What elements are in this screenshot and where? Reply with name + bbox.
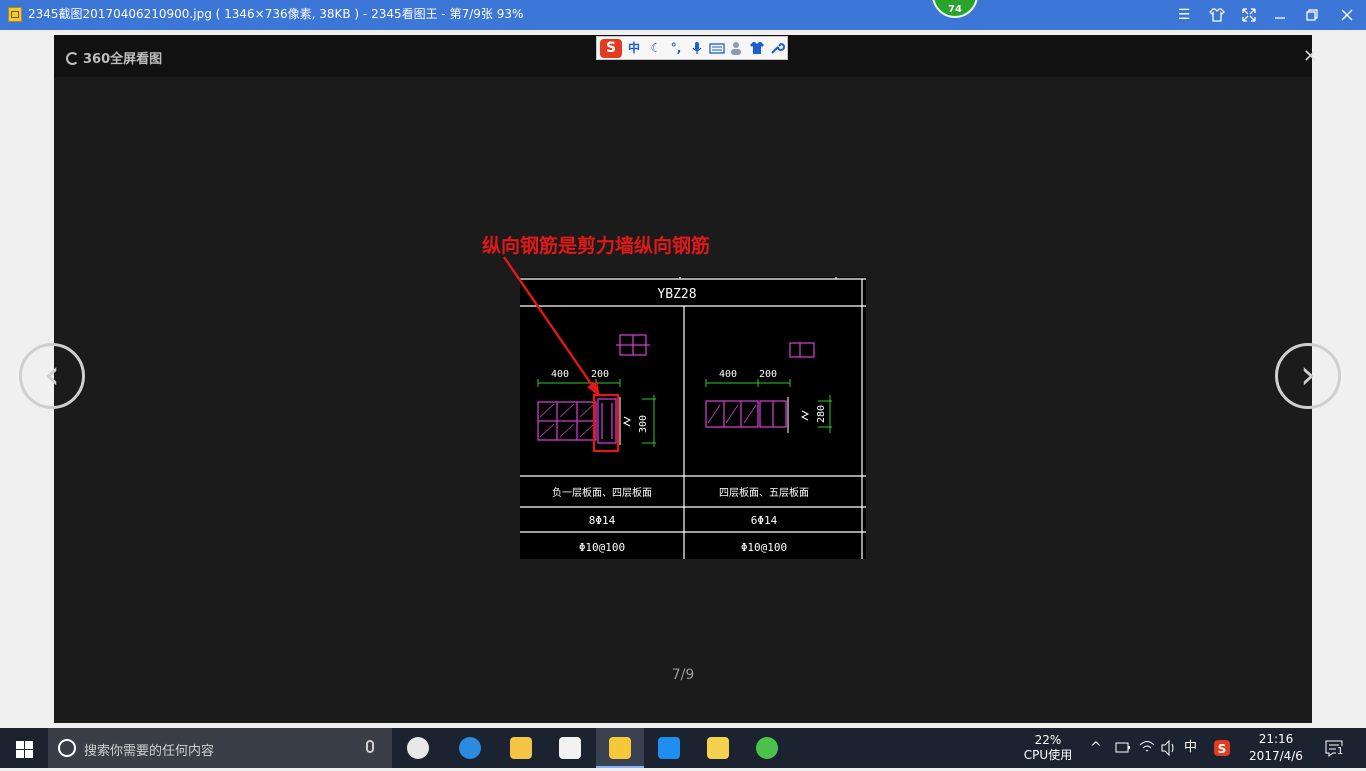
- keyboard-icon[interactable]: [709, 40, 725, 56]
- cpu-label: CPU使用: [1023, 748, 1073, 762]
- cpu-percent: 22%: [1034, 733, 1062, 747]
- ime-indicator[interactable]: 中: [1184, 728, 1202, 768]
- row3-right: Φ10@100: [741, 541, 787, 554]
- row1-right: 四层板面、五层板面: [719, 486, 809, 499]
- right-dim-200: 200: [759, 369, 777, 380]
- battery-icon[interactable]: [1114, 728, 1132, 768]
- image-counter: 7/9: [671, 667, 695, 683]
- minimize-icon[interactable]: [1271, 6, 1289, 24]
- drawing-title: YBZ28: [657, 287, 696, 302]
- mic-icon[interactable]: [366, 740, 374, 753]
- browser-e-icon: [66, 52, 79, 65]
- taskbar-baidu-app[interactable]: [394, 728, 442, 768]
- row2-right: 6Φ14: [751, 514, 778, 527]
- fullscreen-icon[interactable]: [1240, 6, 1258, 24]
- cpu-meter[interactable]: 22% CPU使用: [1012, 728, 1084, 768]
- start-button[interactable]: [0, 728, 48, 768]
- taskbar-tool-app[interactable]: [645, 728, 693, 768]
- right-dim-400: 400: [719, 369, 737, 380]
- app-icon: [8, 7, 22, 22]
- taskbar-clock[interactable]: 21:16 2017/4/6: [1240, 728, 1312, 768]
- close-icon[interactable]: [1338, 6, 1356, 24]
- wrench-icon[interactable]: [769, 40, 785, 56]
- user-icon[interactable]: [729, 40, 745, 56]
- taskbar-store[interactable]: [546, 728, 594, 768]
- chevron-left-icon: ‹: [44, 352, 60, 398]
- image-viewer[interactable]: 360全屏看图 × S 中 ☾ °, ‹ › 纵向钢筋是剪力墙纵向钢筋 YBZ2…: [19, 35, 1341, 723]
- tool-app-icon: [658, 737, 680, 759]
- row1-left: 负一层板面、四层板面: [552, 486, 652, 499]
- right-section: [705, 342, 815, 428]
- window-title: 2345截图20170406210900.jpg ( 1346×736像素, 3…: [28, 7, 524, 21]
- notification-count: 1: [1336, 746, 1345, 757]
- viewer-close-button[interactable]: ×: [1303, 45, 1318, 66]
- taskbar-notes-app[interactable]: [694, 728, 742, 768]
- mic-icon[interactable]: [689, 40, 705, 56]
- svg-text:S: S: [1218, 742, 1227, 756]
- right-break-line: [787, 397, 810, 433]
- shirt-icon[interactable]: [749, 40, 765, 56]
- taskbar-ie-browser[interactable]: [446, 728, 494, 768]
- score-badge[interactable]: 74: [932, 0, 978, 18]
- annotation-arrow: [503, 256, 600, 397]
- ie-browser-icon: [459, 737, 481, 759]
- image-viewer-icon: [609, 737, 631, 759]
- taskbar: 搜索你需要的任何内容 22% CPU使用 ^ 中 S 21:16 2017/4/…: [0, 728, 1366, 768]
- punct-icon[interactable]: °,: [668, 40, 684, 56]
- left-break-line: [619, 397, 632, 445]
- chevron-up-icon[interactable]: ^: [1090, 728, 1106, 768]
- row2-left: 8Φ14: [589, 514, 616, 527]
- folder-icon: [510, 737, 532, 759]
- left-dim-300: 300: [638, 415, 649, 433]
- notification-center[interactable]: 1: [1322, 728, 1348, 768]
- viewer-brand: 360全屏看图: [66, 48, 162, 67]
- taskbar-search[interactable]: 搜索你需要的任何内容: [48, 728, 392, 768]
- right-dimensions: [705, 379, 832, 433]
- wifi-icon[interactable]: [1138, 728, 1156, 768]
- sogou-logo-icon[interactable]: S: [600, 39, 622, 58]
- menu-icon[interactable]: ☰: [1175, 6, 1193, 24]
- notes-icon: [707, 737, 729, 759]
- prev-image-button[interactable]: ‹: [19, 343, 85, 409]
- ime-toolbar[interactable]: S 中 ☾ °,: [596, 36, 788, 60]
- moon-icon[interactable]: ☾: [648, 40, 664, 56]
- taskbar-browser-360[interactable]: [743, 728, 791, 768]
- ime-mode[interactable]: 中: [626, 40, 642, 56]
- browser-360-icon: [756, 737, 778, 759]
- store-icon: [559, 737, 581, 759]
- search-placeholder: 搜索你需要的任何内容: [84, 744, 215, 759]
- cortana-icon: [58, 739, 76, 757]
- sogou-tray-icon[interactable]: S: [1212, 728, 1232, 768]
- next-image-button[interactable]: ›: [1275, 343, 1341, 409]
- skin-icon[interactable]: [1208, 6, 1226, 24]
- chevron-right-icon: ›: [1300, 352, 1316, 398]
- taskbar-file-explorer[interactable]: [497, 728, 545, 768]
- taskbar-2345-viewer[interactable]: [596, 728, 644, 768]
- row3-left: Φ10@100: [579, 541, 625, 554]
- title-bar: 2345截图20170406210900.jpg ( 1346×736像素, 3…: [0, 0, 1366, 30]
- clock-time: 21:16: [1258, 732, 1294, 746]
- viewer-brand-label: 360全屏看图: [83, 52, 163, 67]
- baidu-app-icon: [407, 737, 429, 759]
- volume-icon[interactable]: [1160, 728, 1178, 768]
- restore-icon[interactable]: [1303, 6, 1321, 24]
- right-dim-280: 280: [816, 405, 827, 423]
- clock-date: 2017/4/6: [1249, 749, 1303, 763]
